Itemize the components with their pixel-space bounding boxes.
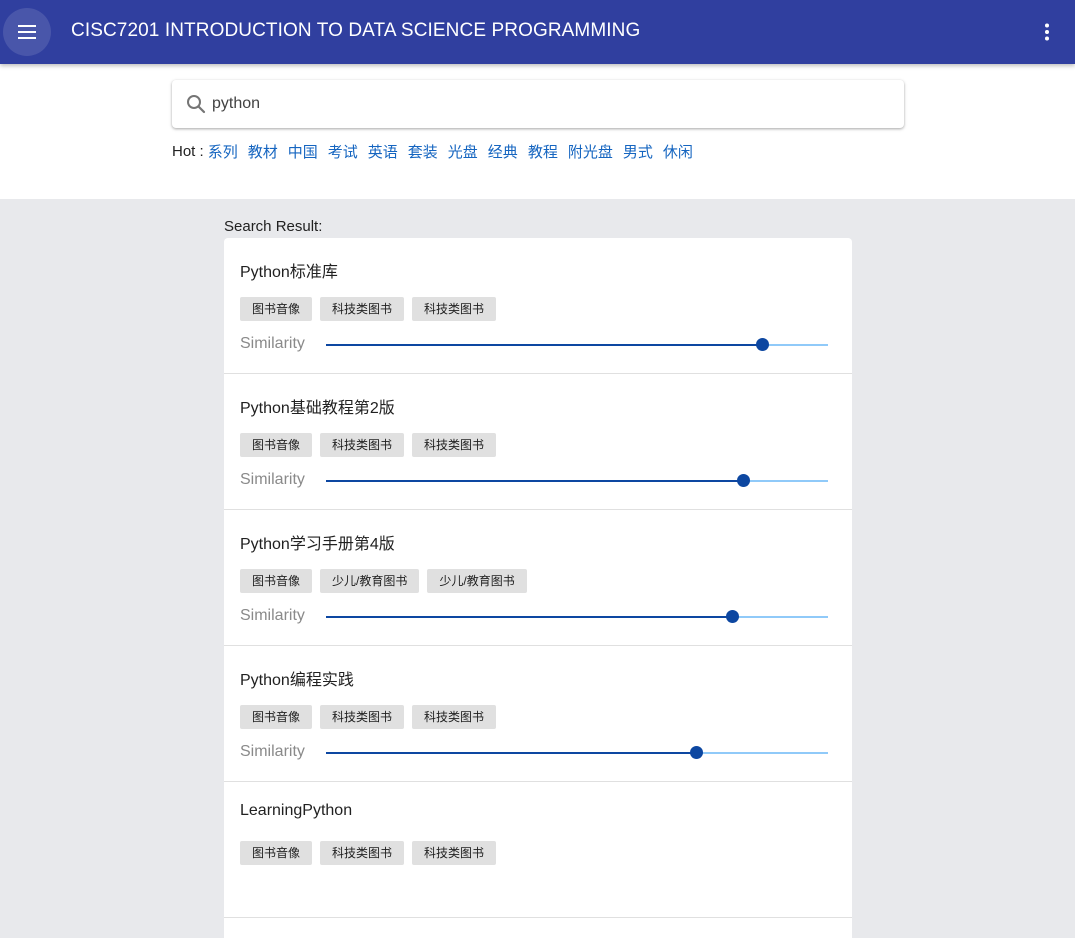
hot-link[interactable]: 经典 — [488, 141, 518, 162]
tag-list: 图书音像 科技类图书 科技类图书 — [240, 433, 504, 457]
similarity-label: Similarity — [240, 743, 305, 760]
tag-chip: 图书音像 — [240, 433, 313, 457]
hot-keywords: Hot : 系列 教材 中国 考试 英语 套装 光盘 经典 教程 附光盘 男式 … — [172, 140, 703, 162]
tag-chip: 图书音像 — [240, 297, 313, 321]
result-card[interactable]: Python编程实践 图书音像 科技类图书 科技类图书 Similarity — [224, 646, 852, 782]
tag-list: 图书音像 少儿/教育图书 少儿/教育图书 — [240, 569, 535, 593]
slider-thumb[interactable] — [755, 338, 769, 351]
similarity-slider[interactable] — [326, 610, 828, 623]
search-icon — [187, 95, 206, 114]
tag-list: 图书音像 科技类图书 科技类图书 — [240, 297, 504, 321]
tag-chip: 科技类图书 — [320, 841, 405, 865]
hot-link[interactable]: 男式 — [623, 141, 653, 162]
tag-chip: 图书音像 — [240, 569, 313, 593]
hot-link[interactable]: 中国 — [288, 141, 318, 162]
search-input[interactable] — [212, 88, 892, 120]
similarity-slider[interactable] — [326, 338, 828, 351]
similarity-label: Similarity — [240, 471, 305, 488]
slider-fill — [326, 752, 696, 754]
search-box — [172, 80, 904, 128]
tag-chip: 科技类图书 — [320, 705, 405, 729]
more-options-button[interactable] — [1027, 12, 1067, 52]
tag-chip: 科技类图书 — [412, 297, 497, 321]
result-title: Python编程实践 — [240, 672, 354, 689]
result-card[interactable]: LearningPython 图书音像 科技类图书 科技类图书 — [224, 782, 852, 918]
hot-link[interactable]: 附光盘 — [568, 141, 613, 162]
similarity-slider[interactable] — [326, 474, 828, 487]
hot-link[interactable]: 光盘 — [448, 141, 478, 162]
result-title: Python标准库 — [240, 264, 338, 281]
result-card[interactable]: Python学习手册第4版 图书音像 少儿/教育图书 少儿/教育图书 Simil… — [224, 510, 852, 646]
search-results-list: Python标准库 图书音像 科技类图书 科技类图书 Similarity Py… — [224, 238, 852, 938]
result-card[interactable]: Python基础教程第2版 图书音像 科技类图书 科技类图书 Similarit… — [224, 374, 852, 510]
similarity-label: Similarity — [240, 335, 305, 352]
slider-thumb[interactable] — [726, 610, 740, 623]
app-bar: CISC7201 INTRODUCTION TO DATA SCIENCE PR… — [0, 0, 1075, 64]
result-title: LearningPython — [240, 802, 353, 819]
app-title: CISC7201 INTRODUCTION TO DATA SCIENCE PR… — [71, 20, 641, 41]
tag-chip: 科技类图书 — [412, 705, 497, 729]
hot-link[interactable]: 教材 — [248, 141, 278, 162]
hot-link[interactable]: 考试 — [328, 141, 358, 162]
slider-fill — [326, 344, 762, 346]
tag-chip: 科技类图书 — [412, 433, 497, 457]
hot-label: Hot : — [172, 142, 204, 160]
similarity-label: Similarity — [240, 607, 305, 624]
similarity-slider[interactable] — [326, 746, 828, 759]
slider-fill — [326, 480, 744, 482]
result-title: Python学习手册第4版 — [240, 536, 395, 553]
slider-fill — [326, 616, 733, 618]
search-result-label: Search Result: — [224, 218, 323, 235]
result-title: Python基础教程第2版 — [240, 400, 395, 417]
tag-chip: 少儿/教育图书 — [320, 569, 420, 593]
tag-chip: 图书音像 — [240, 705, 313, 729]
tag-list: 图书音像 科技类图书 科技类图书 — [240, 705, 504, 729]
slider-thumb[interactable] — [737, 474, 751, 487]
hamburger-menu-icon — [18, 25, 36, 39]
tag-list: 图书音像 科技类图书 科技类图书 — [240, 841, 504, 865]
tag-chip: 科技类图书 — [320, 297, 405, 321]
hot-link[interactable]: 系列 — [208, 141, 238, 162]
tag-chip: 科技类图书 — [320, 433, 405, 457]
search-panel: Hot : 系列 教材 中国 考试 英语 套装 光盘 经典 教程 附光盘 男式 … — [0, 64, 1075, 199]
hot-link[interactable]: 套装 — [408, 141, 438, 162]
slider-thumb[interactable] — [689, 746, 703, 759]
hot-link[interactable]: 教程 — [528, 141, 558, 162]
hot-link[interactable]: 英语 — [368, 141, 398, 162]
menu-button[interactable] — [3, 8, 51, 56]
result-card[interactable]: Python标准库 图书音像 科技类图书 科技类图书 Similarity — [224, 238, 852, 374]
tag-chip: 图书音像 — [240, 841, 313, 865]
hot-link[interactable]: 休闲 — [663, 141, 693, 162]
more-vertical-icon — [1045, 23, 1049, 41]
tag-chip: 少儿/教育图书 — [427, 569, 527, 593]
tag-chip: 科技类图书 — [412, 841, 497, 865]
